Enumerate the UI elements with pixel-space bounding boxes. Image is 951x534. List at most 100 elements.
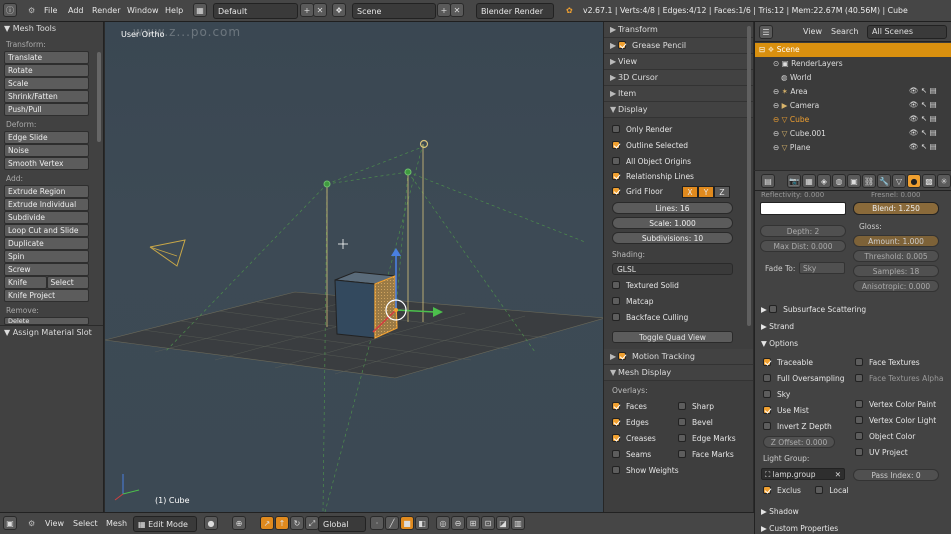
only-render-toggle[interactable]: Only Render xyxy=(604,122,753,138)
view-panel-header[interactable]: ▶ View xyxy=(604,54,753,70)
face-textures-alpha-toggle[interactable]: Face Textures Alpha xyxy=(855,371,943,387)
menu-window[interactable]: Window xyxy=(127,3,159,19)
grid-floor-checkbox[interactable] xyxy=(612,187,620,195)
loop-cut-slide-button[interactable]: Loop Cut and Slide xyxy=(4,224,89,237)
modifiers-tab-icon[interactable]: 🔧 xyxy=(877,174,891,188)
expand-icon[interactable]: ⚙ xyxy=(28,516,35,532)
pivot-point-icon[interactable]: ⊕ xyxy=(232,516,246,532)
pass-index-field[interactable]: Pass Index: 0 xyxy=(853,469,939,481)
axis-z-button[interactable]: Z xyxy=(714,186,730,198)
scene-tab-icon[interactable]: ◈ xyxy=(817,174,831,188)
exclusive-checkbox[interactable] xyxy=(763,486,771,494)
tool-shelf-scrollbar[interactable] xyxy=(97,52,101,142)
render-engine-select[interactable]: Blender Render xyxy=(476,3,554,19)
strand-header[interactable]: ▶ Strand xyxy=(755,318,951,335)
light-group-clear-icon[interactable]: ✕ xyxy=(835,469,844,480)
occlude-geometry-icon[interactable]: ◧ xyxy=(415,516,429,530)
rotate-manipulator-icon[interactable]: ↻ xyxy=(290,516,304,530)
light-group-field[interactable]: ⛶ lamp.group ✕ xyxy=(761,468,845,480)
menu-file[interactable]: File xyxy=(44,3,57,19)
sharp-checkbox[interactable] xyxy=(678,402,686,410)
mesh-tools-header[interactable]: ▼ Mesh Tools xyxy=(0,22,103,36)
all-object-origins-checkbox[interactable] xyxy=(612,157,620,165)
viewport-editor-icon[interactable]: ▣ xyxy=(3,516,17,532)
creases-checkbox[interactable] xyxy=(612,434,620,442)
matcap-checkbox[interactable] xyxy=(612,297,620,305)
grid-scale-field[interactable]: Scale: 1.000 xyxy=(612,217,733,229)
menu-help[interactable]: Help xyxy=(165,3,183,19)
extrude-region-button[interactable]: Extrude Region xyxy=(4,185,89,198)
render-preview-icon[interactable]: ◪ xyxy=(496,516,510,530)
visibility-eye-icon[interactable]: 👁 ↖ ▤ xyxy=(909,98,949,112)
scene-name-field[interactable]: Scene xyxy=(352,3,436,19)
opengl-render-icon[interactable]: ▥ xyxy=(511,516,525,530)
object-color-toggle[interactable]: Object Color xyxy=(855,429,915,445)
translate-button[interactable]: Translate xyxy=(4,51,89,64)
snap-toggle-icon[interactable]: ⊖ xyxy=(451,516,465,530)
vertex-select-icon[interactable]: · xyxy=(370,516,384,530)
relationship-lines-checkbox[interactable] xyxy=(612,172,620,180)
traceable-toggle[interactable]: Traceable xyxy=(763,358,813,367)
3d-viewport[interactable]: User Ortho www.z...po.com (1) Cube xyxy=(105,22,603,512)
axis-x-button[interactable]: X xyxy=(682,186,698,198)
all-object-origins-toggle[interactable]: All Object Origins xyxy=(604,154,753,169)
menu-add[interactable]: Add xyxy=(68,3,84,19)
full-oversampling-toggle[interactable]: Full Oversampling xyxy=(763,374,845,383)
reflectivity-field[interactable]: Reflectivity: 0.000 xyxy=(761,191,824,199)
npanel-scrollbar[interactable] xyxy=(747,26,751,326)
menu-render[interactable]: Render xyxy=(92,3,120,19)
face-select-icon[interactable]: ■ xyxy=(400,516,414,530)
shrink-fatten-button[interactable]: Shrink/Fatten xyxy=(4,90,89,103)
rotate-button[interactable]: Rotate xyxy=(4,64,89,77)
layout-grid-icon[interactable]: ▦ xyxy=(193,3,207,19)
edges-toggle[interactable]: Edges xyxy=(612,418,649,427)
grid-floor-toggle[interactable]: Grid Floor X Y Z xyxy=(604,184,753,200)
gloss-samples-field[interactable]: Samples: 18 xyxy=(853,265,939,277)
matcap-toggle[interactable]: Matcap xyxy=(604,294,753,310)
shading-mode-select[interactable]: GLSL xyxy=(612,263,733,275)
subdivide-button[interactable]: Subdivide xyxy=(4,211,89,224)
outliner-item-world[interactable]: ◍ World xyxy=(755,71,951,85)
material-tab-icon[interactable]: ● xyxy=(907,174,921,188)
scale-button[interactable]: Scale xyxy=(4,77,89,90)
scale-manipulator-icon[interactable]: ⤢ xyxy=(305,516,319,530)
grid-lines-field[interactable]: Lines: 16 xyxy=(612,202,733,214)
sharp-toggle[interactable]: Sharp xyxy=(678,399,714,415)
local-toggle[interactable]: Local xyxy=(815,486,849,495)
bevel-checkbox[interactable] xyxy=(678,418,686,426)
gloss-amount-field[interactable]: Amount: 1.000 xyxy=(853,235,939,247)
noise-button[interactable]: Noise xyxy=(4,144,89,157)
face-textures-toggle[interactable]: Face Textures xyxy=(855,355,920,371)
motion-tracking-checkbox[interactable] xyxy=(618,352,626,360)
viewport-select-menu[interactable]: Select xyxy=(73,516,98,532)
edges-checkbox[interactable] xyxy=(612,418,620,426)
invert-z-toggle[interactable]: Invert Z Depth xyxy=(763,422,832,431)
particles-tab-icon[interactable]: ✳ xyxy=(937,174,951,188)
grease-pencil-checkbox[interactable] xyxy=(618,41,626,49)
full-oversampling-checkbox[interactable] xyxy=(763,374,771,382)
motion-tracking-header[interactable]: ▶ Motion Tracking xyxy=(604,349,753,365)
snap-element-icon[interactable]: ⊞ xyxy=(466,516,480,530)
shadow-header[interactable]: ▶ Shadow xyxy=(755,503,951,520)
viewport-mesh-menu[interactable]: Mesh xyxy=(106,516,127,532)
use-mist-checkbox[interactable] xyxy=(763,406,771,414)
editor-type-info-icon[interactable]: ⓘ xyxy=(3,3,17,19)
outliner-item-scene[interactable]: ⊟ ❖ Scene xyxy=(755,43,951,57)
viewport-shading-icon[interactable]: ● xyxy=(204,516,218,532)
vertex-color-light-toggle[interactable]: Vertex Color Light xyxy=(855,413,936,429)
expand-icon[interactable]: ⚙ xyxy=(28,3,35,19)
creases-toggle[interactable]: Creases xyxy=(612,434,656,443)
faces-toggle[interactable]: Faces xyxy=(612,402,647,411)
spin-button[interactable]: Spin xyxy=(4,250,89,263)
use-mist-toggle[interactable]: Use Mist xyxy=(763,406,809,415)
smooth-vertex-button[interactable]: Smooth Vertex xyxy=(4,157,89,170)
delete-button[interactable]: Delete xyxy=(4,317,89,325)
snap-target-icon[interactable]: ⊡ xyxy=(481,516,495,530)
visibility-eye-icon[interactable]: 👁 ↖ ▤ xyxy=(909,112,949,126)
seams-toggle[interactable]: Seams xyxy=(612,450,651,459)
object-tab-icon[interactable]: ▣ xyxy=(847,174,861,188)
gloss-threshold-field[interactable]: Threshold: 0.005 xyxy=(853,250,939,262)
extrude-individual-button[interactable]: Extrude Individual xyxy=(4,198,89,211)
layout-name-field[interactable]: Default xyxy=(213,3,298,19)
translate-manipulator-icon[interactable]: ↑ xyxy=(275,516,289,530)
